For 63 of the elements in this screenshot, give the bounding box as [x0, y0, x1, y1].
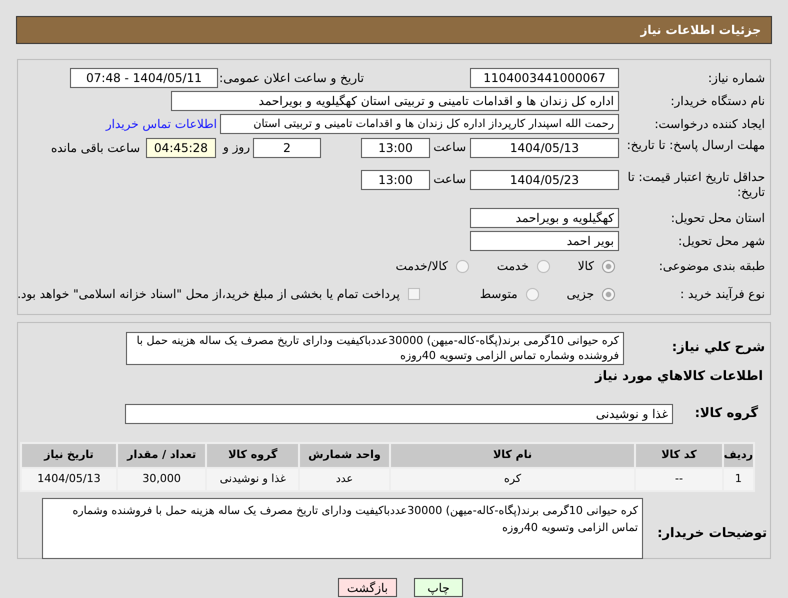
- days-label: روز و: [222, 139, 250, 156]
- column-header: تاریخ نیاز: [21, 443, 117, 468]
- field-label: طبقه بندی موضوعی:: [658, 258, 765, 275]
- radio-label: کالا: [578, 258, 594, 275]
- field-label: شهر محل تحویل:: [677, 232, 765, 250]
- remaining-time-field: 04:45:28: [146, 138, 216, 158]
- validity-time-field: 13:00: [361, 170, 430, 190]
- description-textarea: کره حیوانی 10گرمی برند(پگاه-کاله-میهن) 30000عددباکیفیت ودارای تاریخ مصرف یک ساله هزینه حمل با فروشنده وشماره تماس الزامی وتسویه 40روزه: [126, 332, 624, 365]
- province-field: کهگیلویه و بویراحمد: [470, 208, 619, 228]
- need-number-field: 1104003441000067: [470, 68, 619, 88]
- radio-button[interactable]: [526, 288, 539, 300]
- time-label: ساعت: [432, 139, 466, 156]
- creator-field: رحمت الله اسپندار کارپرداز اداره کل زندان ها و اقدامات تامینی و تربیتی استان: [220, 114, 619, 134]
- back-button[interactable]: بازگشت: [338, 578, 397, 597]
- field-label: شماره نیاز:: [707, 70, 765, 86]
- validity-date-field: 1404/05/23: [470, 170, 619, 190]
- field-label: حداقل تاریخ اعتبار قیمت: تا تاریخ:: [626, 170, 765, 200]
- field-label: توضیحات خریدار:: [656, 524, 767, 543]
- column-header: نام کالا: [390, 443, 636, 468]
- deadline-time-field: 13:00: [361, 138, 430, 158]
- radio-label: کالا/خدمت: [396, 258, 448, 275]
- table-cell: عدد: [299, 468, 390, 491]
- time-label: ساعت: [432, 171, 466, 188]
- field-label: ایجاد کننده درخواست:: [653, 116, 765, 132]
- column-header: ردیف: [722, 443, 754, 468]
- field-label: شرح كلي نياز:: [670, 339, 765, 357]
- field-label: نام دستگاه خریدار:: [670, 92, 765, 110]
- page-title: جزئیات اطلاعات نیاز: [640, 22, 761, 39]
- buyer-org-field: اداره کل زندان ها و اقدامات تامینی و تربیتی استان کهگیلویه و بویراحمد: [171, 90, 619, 110]
- announce-date-field: 1404/05/11 - 07:48: [70, 68, 218, 88]
- column-header: واحد شمارش: [299, 443, 390, 468]
- radio-label: متوسط: [480, 286, 518, 303]
- radio-button[interactable]: [602, 288, 615, 300]
- table-cell: غذا و نوشیدنی: [206, 468, 300, 491]
- radio-button[interactable]: [602, 260, 615, 272]
- column-header: گروه کالا: [206, 443, 300, 468]
- table-cell: --: [635, 468, 723, 491]
- field-label: مهلت ارسال پاسخ: تا تاریخ:: [626, 138, 765, 153]
- table-cell: 1: [722, 468, 754, 491]
- contact-link[interactable]: اطلاعات تماس خریدار: [106, 114, 217, 132]
- print-button[interactable]: چاپ: [414, 578, 463, 597]
- checkbox[interactable]: [408, 288, 420, 300]
- field-label: تاریخ و ساعت اعلان عمومی:: [218, 70, 364, 86]
- table-cell: کره: [390, 468, 636, 491]
- table-cell: 30,000: [116, 468, 206, 491]
- treasury-note: پرداخت تمام یا بخشی از مبلغ خرید،از محل "اسناد خزانه اسلامی" خواهد بود.: [17, 286, 400, 303]
- field-label: استان محل تحویل:: [670, 210, 765, 226]
- column-header: تعداد / مقدار: [116, 443, 206, 468]
- radio-label: خدمت: [496, 258, 529, 275]
- section-heading: اطلاعات كالاهاي مورد نياز: [595, 368, 763, 386]
- goods-group-field: غذا و نوشیدنی: [125, 404, 673, 424]
- column-header: کد کالا: [635, 443, 723, 468]
- field-label: گروه کالا:: [694, 404, 759, 424]
- field-label: نوع فرآیند خرید :: [679, 286, 765, 303]
- radio-button[interactable]: [536, 260, 550, 272]
- buyer-notes-textarea: کره حیوانی 10گرمی برند(پگاه-کاله-میهن) 30000عددباکیفیت ودارای تاریخ مصرف یک ساله هزینه حمل با فروشنده وشماره تماس الزامی وتسویه 40روزه: [42, 498, 643, 559]
- remaining-label: ساعت باقی مانده: [50, 140, 140, 157]
- days-field: 2: [253, 138, 321, 158]
- table-cell: 1404/05/13: [21, 468, 117, 491]
- radio-label: جزیی: [566, 286, 594, 303]
- city-field: بویر احمد: [470, 230, 619, 250]
- deadline-date-field: 1404/05/13: [470, 138, 619, 158]
- radio-button[interactable]: [456, 260, 469, 272]
